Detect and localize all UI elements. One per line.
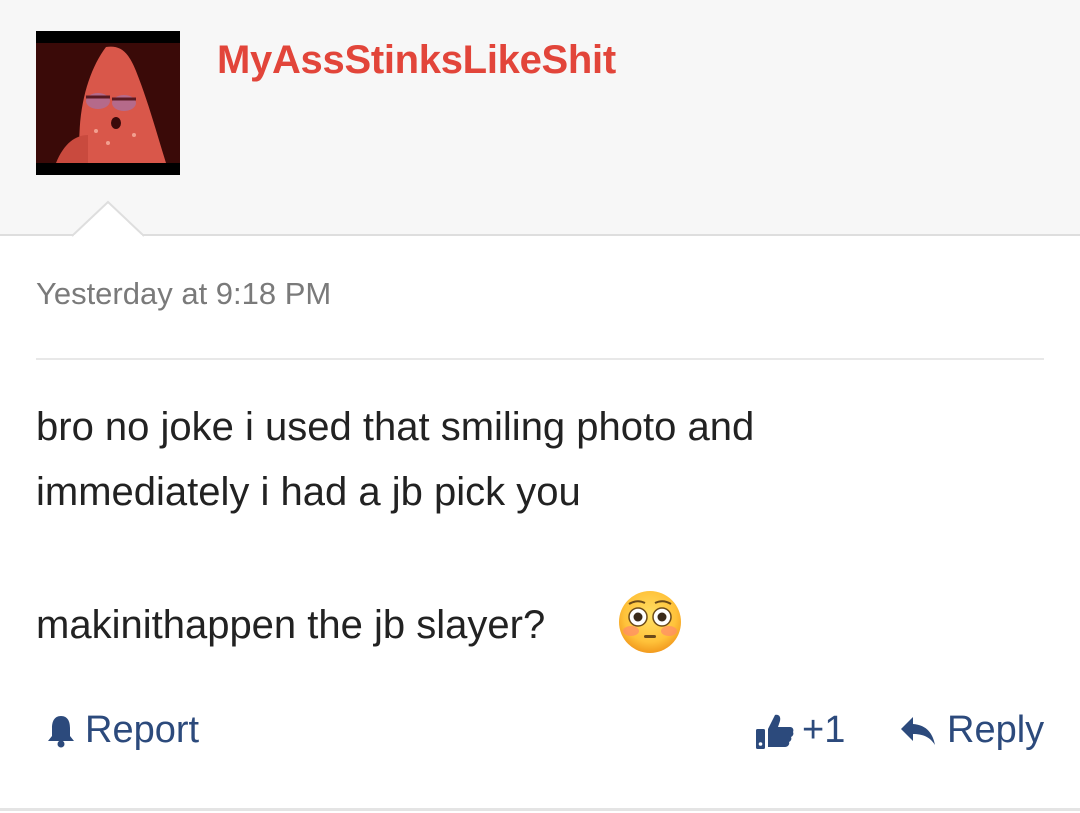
reply-arrow-icon xyxy=(901,717,935,745)
post-timestamp[interactable]: Yesterday at 9:18 PM xyxy=(36,276,331,312)
speech-pointer xyxy=(72,200,144,238)
post-body-line: makinithappen the jb slayer? xyxy=(36,603,546,647)
avatar[interactable] xyxy=(36,31,180,175)
divider xyxy=(0,808,1080,811)
bell-icon xyxy=(48,716,74,748)
thumbs-up-icon xyxy=(756,714,794,749)
divider xyxy=(36,358,1044,360)
avatar-image xyxy=(36,31,180,175)
flushed-face-icon xyxy=(619,591,681,653)
reply-label: Reply xyxy=(947,709,1045,751)
like-count: +1 xyxy=(802,709,846,751)
report-label: Report xyxy=(85,709,200,751)
post-body-line: bro no joke i used that smiling photo an… xyxy=(36,405,755,449)
post-body-line: immediately i had a jb pick you xyxy=(36,470,581,514)
username-link[interactable]: MyAssStinksLikeShit xyxy=(217,38,616,83)
post-header: MyAssStinksLikeShit xyxy=(0,0,1080,236)
